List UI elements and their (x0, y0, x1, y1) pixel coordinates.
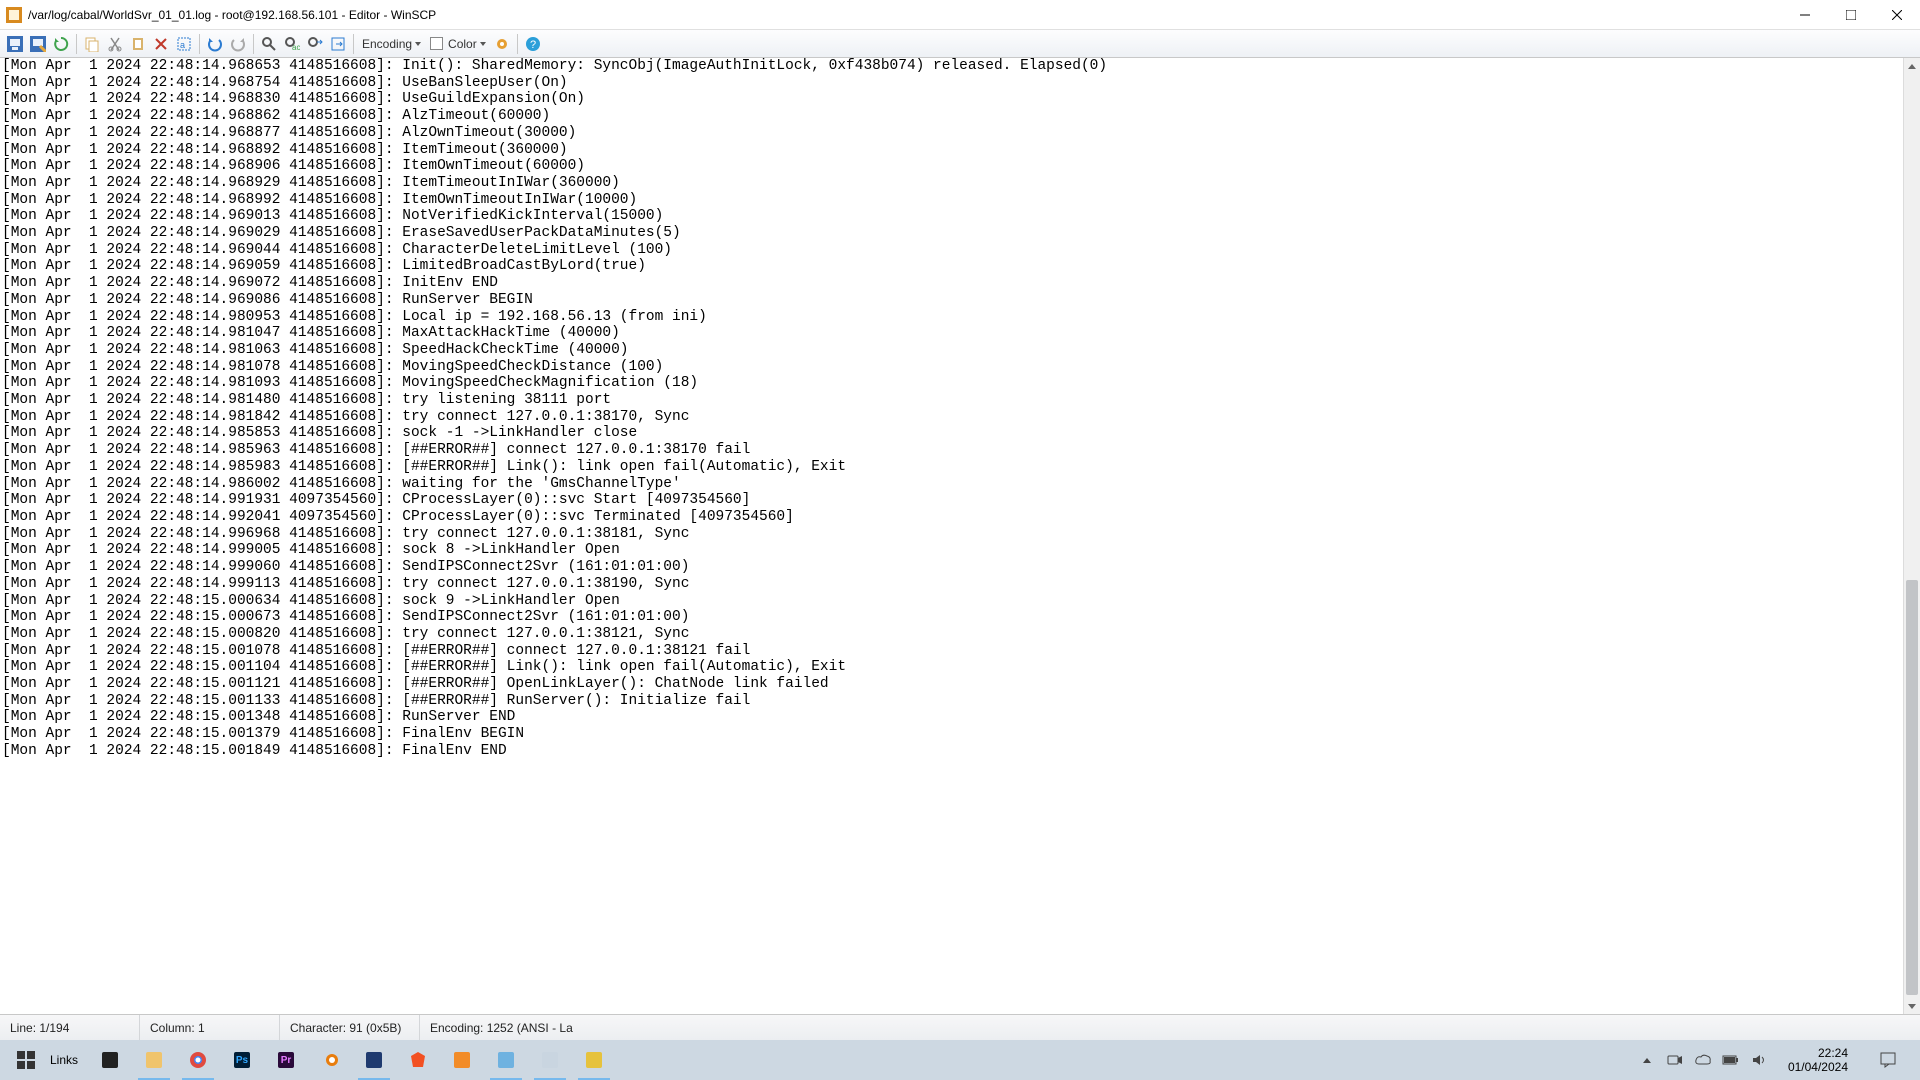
tray-notifications-icon[interactable] (1868, 1040, 1908, 1080)
status-line: Line: 1/194 (0, 1015, 140, 1040)
chevron-down-icon (415, 42, 421, 46)
cut-icon[interactable] (104, 33, 126, 55)
svg-text:?: ? (530, 39, 536, 51)
window-title: /var/log/cabal/WorldSvr_01_01.log - root… (28, 8, 1782, 22)
tray-meet-now-icon[interactable] (1666, 1051, 1684, 1069)
reload-icon[interactable] (50, 33, 72, 55)
taskbar-links-label[interactable]: Links (48, 1053, 88, 1067)
editor-area[interactable]: [Mon Apr 1 2024 22:48:14.968653 41485166… (0, 58, 1920, 1014)
svg-text:a: a (180, 40, 185, 50)
tray-time: 22:24 (1788, 1046, 1848, 1060)
toolbar: a ac Encoding Color ? (0, 30, 1920, 58)
color-dropdown[interactable]: Color (426, 37, 490, 51)
find-next-icon[interactable] (304, 33, 326, 55)
vertical-scrollbar[interactable] (1903, 58, 1920, 1014)
undo-icon[interactable] (204, 33, 226, 55)
taskbar-blender-icon[interactable] (308, 1040, 352, 1080)
svg-text:ac: ac (292, 43, 300, 52)
status-character: Character: 91 (0x5B) (280, 1015, 420, 1040)
tray-date: 01/04/2024 (1788, 1060, 1848, 1074)
close-button[interactable] (1874, 0, 1920, 30)
preferences-icon[interactable] (491, 33, 513, 55)
start-button[interactable] (4, 1040, 48, 1080)
tray-volume-icon[interactable] (1750, 1051, 1768, 1069)
tray-battery-icon[interactable] (1722, 1051, 1740, 1069)
find-icon[interactable] (258, 33, 280, 55)
select-all-icon[interactable]: a (173, 33, 195, 55)
maximize-button[interactable] (1828, 0, 1874, 30)
tray-onedrive-icon[interactable] (1694, 1051, 1712, 1069)
taskbar-app2-icon[interactable] (572, 1040, 616, 1080)
scroll-up-button[interactable] (1904, 58, 1920, 75)
chevron-down-icon (480, 42, 486, 46)
replace-icon[interactable]: ac (281, 33, 303, 55)
taskbar-putty-icon[interactable] (528, 1040, 572, 1080)
color-checkbox[interactable] (430, 37, 443, 50)
taskbar-explorer-icon[interactable] (132, 1040, 176, 1080)
titlebar: /var/log/cabal/WorldSvr_01_01.log - root… (0, 0, 1920, 30)
taskbar-app1-icon[interactable] (440, 1040, 484, 1080)
taskbar-chrome-icon[interactable] (176, 1040, 220, 1080)
scroll-down-button[interactable] (1904, 997, 1920, 1014)
redo-icon[interactable] (227, 33, 249, 55)
minimize-button[interactable] (1782, 0, 1828, 30)
taskbar-store-icon[interactable] (88, 1040, 132, 1080)
taskbar-photoshop-icon[interactable]: Ps (220, 1040, 264, 1080)
save-as-icon[interactable] (27, 33, 49, 55)
status-column: Column: 1 (140, 1015, 280, 1040)
save-icon[interactable] (4, 33, 26, 55)
tray-overflow-icon[interactable] (1638, 1051, 1656, 1069)
taskbar-virtualbox-icon[interactable] (352, 1040, 396, 1080)
delete-icon[interactable] (150, 33, 172, 55)
help-icon[interactable]: ? (522, 33, 544, 55)
status-encoding: Encoding: 1252 (ANSI - La (420, 1015, 583, 1040)
encoding-dropdown[interactable]: Encoding (358, 37, 425, 51)
statusbar: Line: 1/194 Column: 1 Character: 91 (0x5… (0, 1014, 1920, 1040)
scrollbar-track[interactable] (1904, 75, 1920, 997)
tray-clock[interactable]: 22:24 01/04/2024 (1778, 1046, 1858, 1074)
color-label: Color (448, 37, 477, 51)
log-text[interactable]: [Mon Apr 1 2024 22:48:14.968653 41485166… (0, 58, 1920, 760)
taskbar-premiere-icon[interactable]: Pr (264, 1040, 308, 1080)
app-icon (6, 7, 22, 23)
taskbar-brave-icon[interactable] (396, 1040, 440, 1080)
system-tray: 22:24 01/04/2024 (1638, 1040, 1916, 1080)
paste-icon[interactable] (127, 33, 149, 55)
taskbar-winscp-icon[interactable] (484, 1040, 528, 1080)
encoding-label: Encoding (362, 37, 412, 51)
scrollbar-thumb[interactable] (1906, 580, 1918, 995)
copy-icon[interactable] (81, 33, 103, 55)
taskbar: Links Ps Pr 22:24 01/04/2024 (0, 1040, 1920, 1080)
goto-icon[interactable] (327, 33, 349, 55)
